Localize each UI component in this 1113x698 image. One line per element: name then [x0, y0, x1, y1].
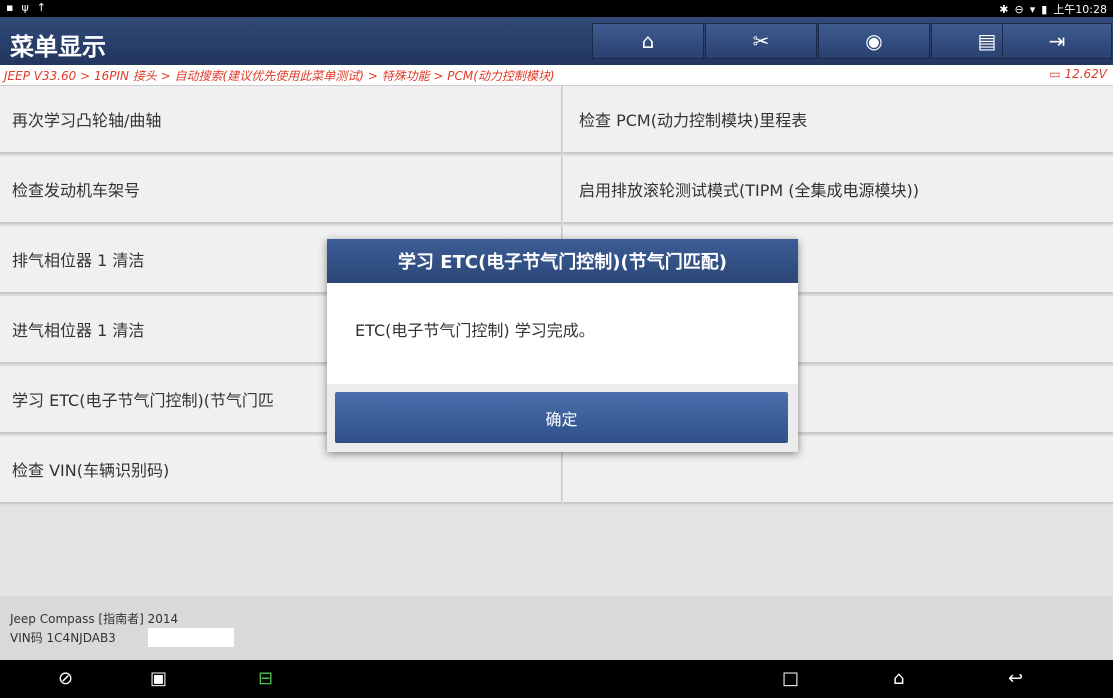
battery-voltage: ▭ 12.62V: [1049, 67, 1107, 81]
dialog-button-bar: 确定: [327, 384, 798, 452]
notification-icon: ▪: [6, 1, 14, 14]
user-icon: ◉: [865, 29, 883, 53]
breadcrumb-path: JEEP V33.60 > 16PIN 接头 > 自动搜索(建议优先使用此菜单测…: [4, 69, 555, 83]
battery-icon: ▭: [1049, 67, 1065, 81]
dialog-message: ETC(电子节气门控制) 学习完成。: [355, 321, 595, 340]
user-button[interactable]: ◉: [818, 23, 930, 59]
back-icon[interactable]: ↩: [1008, 668, 1023, 689]
battery-icon: ▮: [1041, 2, 1048, 16]
home-button[interactable]: ⌂: [592, 23, 704, 59]
home-icon: ⌂: [641, 29, 655, 53]
dialog-title: 学习 ETC(电子节气门控制)(节气门匹配): [327, 239, 798, 283]
recent-apps-icon[interactable]: □: [782, 668, 799, 689]
bluetooth-icon: ✱: [999, 2, 1009, 16]
android-nav-bar: ⊘ ▣ ⊟ □ ⌂ ↩: [0, 660, 1113, 698]
exit-icon: ⇥: [1048, 29, 1066, 53]
menu-item[interactable]: 检查发动机车架号: [0, 156, 562, 224]
menu-item[interactable]: 再次学习凸轮轴/曲轴: [0, 86, 562, 154]
title-bar: 菜单显示 ⌂ ✂ ◉ ▤ ⇥: [0, 17, 1113, 65]
usb-icon: ψ: [21, 1, 29, 14]
wifi-icon: ▾: [1029, 2, 1036, 16]
result-dialog: 学习 ETC(电子节气门控制)(节气门匹配) ETC(电子节气门控制) 学习完成…: [327, 239, 798, 452]
vehicle-vin: VIN码 1C4NJDAB3: [10, 631, 116, 645]
dnd-icon: ⊖: [1014, 2, 1024, 16]
upload-icon: ↑: [36, 1, 46, 14]
menu-item[interactable]: 启用排放滚轮测试模式(TIPM (全集成电源模块)): [563, 156, 1113, 224]
exit-button[interactable]: ⇥: [1002, 23, 1112, 59]
tools-icon: ✂: [752, 29, 770, 53]
vehicle-info: Jeep Compass [指南者] 2014 VIN码 1C4NJDAB3: [0, 596, 1113, 660]
status-bar: ▪ ψ ↑ ✱ ⊖ ▾ ▮ 上午10:28: [0, 0, 1113, 17]
page-title: 菜单显示: [10, 33, 106, 61]
vin-redaction: [148, 628, 234, 647]
gallery-icon[interactable]: ▣: [150, 668, 167, 689]
print-icon: ▤: [977, 29, 997, 53]
tools-button[interactable]: ✂: [705, 23, 817, 59]
breadcrumb: JEEP V33.60 > 16PIN 接头 > 自动搜索(建议优先使用此菜单测…: [0, 65, 1113, 86]
menu-empty-area: [0, 506, 1113, 596]
clock: 上午10:28: [1053, 3, 1107, 16]
browser-icon[interactable]: ⊘: [58, 668, 73, 689]
home-nav-icon[interactable]: ⌂: [893, 668, 904, 689]
ok-button[interactable]: 确定: [335, 392, 788, 443]
menu-item[interactable]: 检查 PCM(动力控制模块)里程表: [563, 86, 1113, 154]
vehicle-name: Jeep Compass [指南者] 2014: [10, 612, 179, 626]
vci-icon[interactable]: ⊟: [258, 668, 273, 689]
